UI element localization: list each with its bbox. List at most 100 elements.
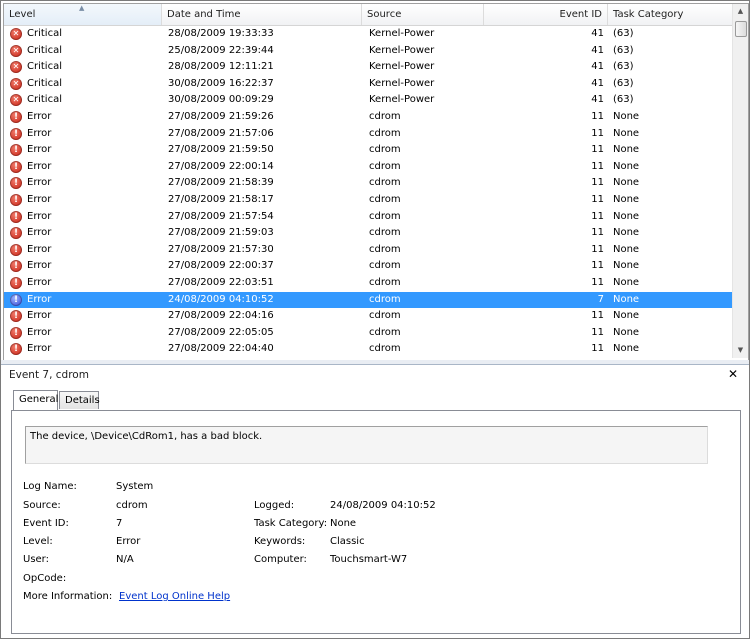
level-cell: ! Error bbox=[9, 192, 159, 209]
error-icon: ! bbox=[10, 243, 22, 256]
event-row[interactable]: ✕ Critical 30/08/2009 00:09:29 Kernel-Power… bbox=[4, 92, 733, 109]
task-category-cell: (63) bbox=[613, 44, 634, 56]
source-cell: Kernel-Power bbox=[369, 61, 435, 73]
event-row[interactable]: ! Error 27/08/2009 22:05:05 cdrom 11 None bbox=[4, 325, 733, 342]
date-cell: 27/08/2009 21:59:26 bbox=[168, 110, 274, 122]
level-cell: ! Error bbox=[9, 109, 159, 126]
task-category-cell: None bbox=[613, 276, 640, 288]
level-cell: ✕ Critical bbox=[9, 43, 159, 60]
error-icon: ! bbox=[10, 260, 22, 273]
scroll-down-arrow-icon[interactable]: ▼ bbox=[733, 343, 748, 358]
tab-general[interactable]: General bbox=[13, 390, 58, 410]
source-cell: cdrom bbox=[369, 260, 401, 272]
event-id-cell: 11 bbox=[591, 310, 604, 322]
event-row[interactable]: ! Error 27/08/2009 22:04:40 cdrom 11 None bbox=[4, 341, 733, 358]
value-log-name: System bbox=[116, 481, 154, 492]
task-category-cell: None bbox=[613, 343, 640, 355]
event-id-cell: 11 bbox=[591, 110, 604, 122]
source-cell: cdrom bbox=[369, 210, 401, 222]
date-cell: 27/08/2009 21:59:03 bbox=[168, 227, 274, 239]
event-log-online-help-link[interactable]: Event Log Online Help bbox=[119, 591, 230, 602]
source-cell: cdrom bbox=[369, 193, 401, 205]
event-id-cell: 11 bbox=[591, 326, 604, 338]
event-row[interactable]: ! Error 27/08/2009 21:59:03 cdrom 11 None bbox=[4, 225, 733, 242]
column-header-date[interactable]: Date and Time bbox=[162, 4, 362, 25]
event-row[interactable]: ! Error 27/08/2009 21:59:26 cdrom 11 None bbox=[4, 109, 733, 126]
column-header-event-id[interactable]: Event ID bbox=[484, 4, 608, 25]
date-cell: 28/08/2009 19:33:33 bbox=[168, 28, 274, 39]
scrollbar-thumb[interactable] bbox=[735, 21, 747, 37]
source-cell: Kernel-Power bbox=[369, 28, 435, 39]
event-row[interactable]: ! Error 27/08/2009 21:57:54 cdrom 11 None bbox=[4, 209, 733, 226]
level-text: Critical bbox=[27, 44, 62, 56]
event-id-cell: 11 bbox=[591, 343, 604, 355]
task-category-cell: (63) bbox=[613, 61, 634, 73]
level-text: Error bbox=[27, 310, 52, 322]
task-category-cell: None bbox=[613, 243, 640, 255]
column-header-level[interactable]: ▲ Level bbox=[4, 4, 162, 25]
date-cell: 25/08/2009 22:39:44 bbox=[168, 44, 274, 56]
level-text: Error bbox=[27, 293, 52, 305]
date-cell: 28/08/2009 12:11:21 bbox=[168, 61, 274, 73]
column-header-source[interactable]: Source bbox=[362, 4, 484, 25]
event-id-cell: 11 bbox=[591, 227, 604, 239]
event-row[interactable]: ✕ Critical 28/08/2009 12:11:21 Kernel-Power… bbox=[4, 59, 733, 76]
source-cell: Kernel-Power bbox=[369, 44, 435, 56]
level-text: Error bbox=[27, 177, 52, 189]
critical-icon: ✕ bbox=[10, 94, 22, 107]
sort-ascending-icon: ▲ bbox=[79, 4, 85, 12]
event-row[interactable]: ! Error 27/08/2009 21:58:17 cdrom 11 None bbox=[4, 192, 733, 209]
event-row[interactable]: ! Error 27/08/2009 22:04:16 cdrom 11 None bbox=[4, 308, 733, 325]
error-icon: ! bbox=[10, 193, 22, 206]
scroll-up-arrow-icon[interactable]: ▲ bbox=[733, 4, 748, 19]
details-pane-title: Event 7, cdrom bbox=[9, 369, 89, 381]
level-cell: ! Error bbox=[9, 142, 159, 159]
level-text: Error bbox=[27, 343, 52, 355]
tab-details[interactable]: Details bbox=[59, 391, 100, 409]
source-cell: cdrom bbox=[369, 144, 401, 156]
event-row[interactable]: ! Error 27/08/2009 22:03:51 cdrom 11 None bbox=[4, 275, 733, 292]
task-category-cell: None bbox=[613, 127, 640, 139]
task-category-cell: None bbox=[613, 193, 640, 205]
column-header-task-category[interactable]: Task Category bbox=[608, 4, 733, 25]
label-log-name: Log Name: bbox=[23, 481, 77, 492]
event-row[interactable]: ! Error 27/08/2009 21:57:06 cdrom 11 None bbox=[4, 126, 733, 143]
date-cell: 30/08/2009 00:09:29 bbox=[168, 94, 274, 106]
event-row[interactable]: ✕ Critical 30/08/2009 16:22:37 Kernel-Power… bbox=[4, 76, 733, 93]
vertical-scrollbar[interactable]: ▲ ▼ bbox=[732, 4, 748, 358]
event-description[interactable]: The device, \Device\CdRom1, has a bad bl… bbox=[25, 426, 708, 464]
source-cell: cdrom bbox=[369, 110, 401, 122]
event-row[interactable]: ✕ Critical 28/08/2009 19:33:33 Kernel-Power… bbox=[4, 26, 733, 43]
pane-splitter[interactable] bbox=[1, 360, 749, 365]
error-icon: ! bbox=[10, 276, 22, 289]
task-category-cell: None bbox=[613, 177, 640, 189]
event-row[interactable]: ! Error 27/08/2009 22:00:37 cdrom 11 None bbox=[4, 258, 733, 275]
event-row[interactable]: ! Error 27/08/2009 21:58:39 cdrom 11 None bbox=[4, 175, 733, 192]
value-task-category: None bbox=[330, 518, 357, 529]
level-text: Error bbox=[27, 326, 52, 338]
level-cell: ! Error bbox=[9, 308, 159, 325]
task-category-cell: None bbox=[613, 260, 640, 272]
event-id-cell: 41 bbox=[591, 44, 604, 56]
level-cell: ✕ Critical bbox=[9, 76, 159, 93]
event-id-cell: 11 bbox=[591, 276, 604, 288]
source-cell: cdrom bbox=[369, 293, 401, 305]
event-id-cell: 7 bbox=[597, 293, 604, 305]
source-cell: cdrom bbox=[369, 227, 401, 239]
event-row[interactable]: ! Error 27/08/2009 21:59:50 cdrom 11 None bbox=[4, 142, 733, 159]
error-icon: ! bbox=[10, 227, 22, 240]
level-cell: ! Error bbox=[9, 159, 159, 176]
event-row[interactable]: ! Error 24/08/2009 04:10:52 cdrom 7 None bbox=[4, 291, 733, 309]
event-row[interactable]: ! Error 27/08/2009 21:57:30 cdrom 11 None bbox=[4, 242, 733, 259]
event-row[interactable]: ✕ Critical 25/08/2009 22:39:44 Kernel-Power… bbox=[4, 43, 733, 60]
task-category-cell: None bbox=[613, 227, 640, 239]
level-cell: ! Error bbox=[9, 175, 159, 192]
error-icon: ! bbox=[10, 210, 22, 223]
events-list: ✕ Critical 28/08/2009 19:33:33 Kernel-Power… bbox=[4, 26, 733, 358]
error-icon: ! bbox=[10, 293, 22, 306]
level-text: Error bbox=[27, 110, 52, 122]
events-grid[interactable]: ▲ Level Date and Time Source Event ID Ta… bbox=[3, 3, 749, 361]
close-icon[interactable]: ✕ bbox=[728, 367, 738, 381]
event-row[interactable]: ! Error 27/08/2009 22:00:14 cdrom 11 None bbox=[4, 159, 733, 176]
error-icon: ! bbox=[10, 144, 22, 157]
